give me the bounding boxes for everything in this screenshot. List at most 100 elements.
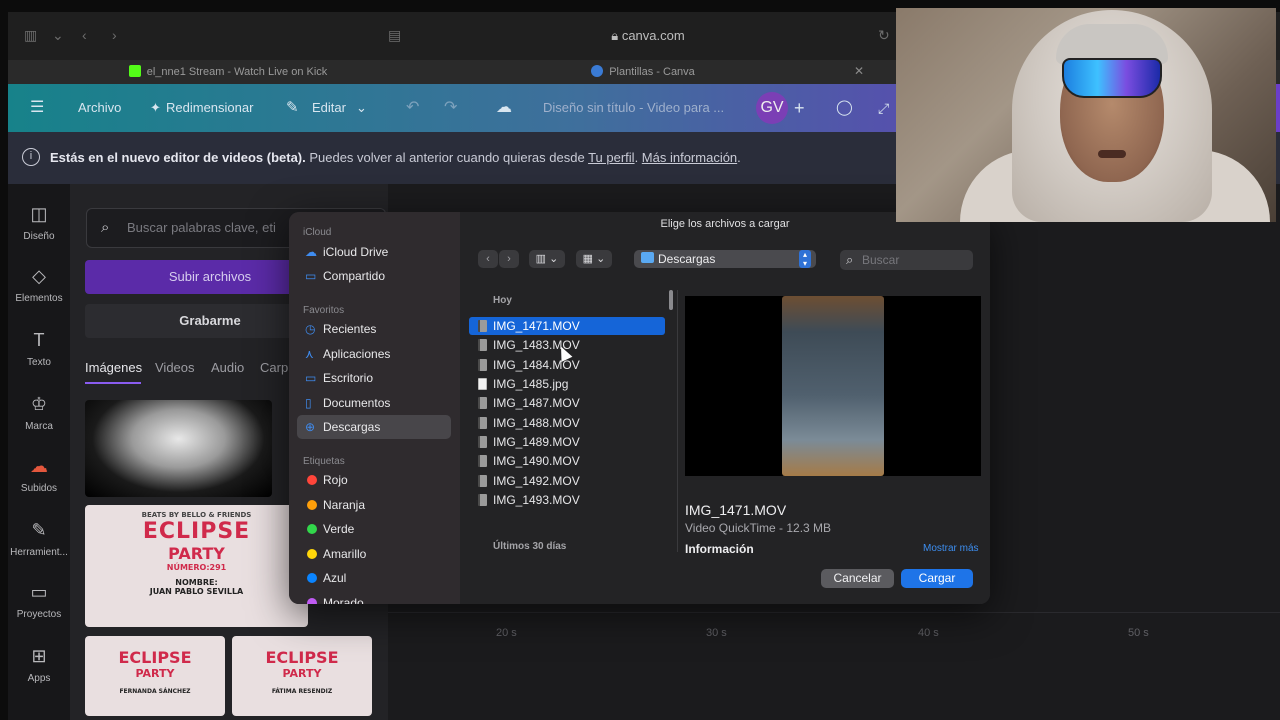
show-more-link[interactable]: Mostrar más bbox=[923, 543, 979, 554]
sidebar-item-label: Recientes bbox=[323, 322, 377, 336]
poster-subtitle: PARTY bbox=[168, 544, 225, 563]
tab-folders[interactable]: Carp bbox=[260, 360, 288, 375]
section-header-icloud: iCloud bbox=[303, 227, 332, 238]
file-row[interactable]: IMG_1493.MOV bbox=[469, 491, 665, 509]
poster-thumbnail[interactable]: BEATS BY BELLO & FRIENDS ECLIPSE PARTY N… bbox=[85, 505, 308, 627]
rail-label: Subidos bbox=[20, 483, 58, 494]
rail-item-brand[interactable]: ♔ Marca bbox=[8, 394, 70, 432]
tag-blue[interactable]: Azul bbox=[297, 566, 451, 590]
undo-icon[interactable]: ↶ bbox=[406, 84, 419, 132]
up-down-icon: ▴ ▾ bbox=[799, 250, 811, 268]
tag-purple[interactable]: Morado bbox=[297, 591, 451, 604]
poster-number: NÚMERO:291 bbox=[166, 563, 227, 572]
upload-confirm-button[interactable]: Cargar bbox=[901, 569, 973, 588]
tab-kick[interactable]: el_nne1 Stream - Watch Live on Kick bbox=[118, 60, 338, 84]
tab-audio[interactable]: Audio bbox=[211, 360, 244, 375]
file-row[interactable]: IMG_1490.MOV bbox=[469, 452, 665, 470]
rail-item-projects[interactable]: ▭ Proyectos bbox=[8, 582, 70, 620]
file-name: IMG_1487.MOV bbox=[493, 396, 580, 410]
rail-item-text[interactable]: T Texto bbox=[8, 330, 70, 368]
tag-dot-icon bbox=[307, 500, 317, 510]
tag-green[interactable]: Verde bbox=[297, 517, 451, 541]
tag-red[interactable]: Rojo bbox=[297, 468, 451, 492]
rail-item-uploads[interactable]: ☁ Subidos bbox=[8, 456, 70, 494]
view-columns-button[interactable]: ▥ ⌄ bbox=[529, 250, 565, 268]
rail-item-elements[interactable]: ◇ Elementos bbox=[8, 266, 70, 304]
sidebar-item-documents[interactable]: ▯ Documentos bbox=[297, 391, 451, 415]
profile-link[interactable]: Tu perfil bbox=[588, 150, 634, 165]
tab-images[interactable]: Imágenes bbox=[85, 360, 142, 375]
more-info-link[interactable]: Más información bbox=[642, 150, 737, 165]
expand-icon[interactable]: ⤢ bbox=[878, 84, 889, 132]
edit-menu[interactable]: Editar bbox=[312, 84, 346, 132]
tab-videos[interactable]: Videos bbox=[155, 360, 195, 375]
tab-label: el_nne1 Stream - Watch Live on Kick bbox=[146, 66, 328, 78]
poster-name-label: NOMBRE: bbox=[175, 578, 218, 587]
sidebar-item-downloads[interactable]: ⊕ Descargas bbox=[297, 415, 451, 439]
poster-thumbnail[interactable]: ECLIPSE PARTY FERNANDA SÁNCHEZ bbox=[85, 636, 225, 716]
sidebar-item-recents[interactable]: ◷ Recientes bbox=[297, 317, 451, 341]
poster-name: FERNANDA SÁNCHEZ bbox=[119, 688, 191, 695]
group-options-button[interactable]: ▦ ⌄ bbox=[576, 250, 612, 268]
sidebar-item-shared[interactable]: ▭ Compartido bbox=[297, 264, 451, 288]
file-list-scrollbar[interactable] bbox=[669, 290, 673, 310]
file-row[interactable]: IMG_1488.MOV bbox=[469, 414, 665, 432]
dialog-sidebar: iCloud ☁ iCloud Drive ▭ Compartido Favorit… bbox=[289, 212, 460, 604]
dialog-search-input[interactable]: ⌕ Buscar bbox=[840, 250, 973, 270]
image-file-icon bbox=[478, 378, 487, 390]
file-name: IMG_1489.MOV bbox=[493, 435, 580, 449]
add-collaborator-icon[interactable]: + bbox=[794, 84, 805, 132]
apps-icon: ⋏ bbox=[305, 347, 314, 361]
back-button[interactable]: ‹ bbox=[478, 250, 498, 268]
forward-icon[interactable]: › bbox=[112, 27, 117, 43]
avatar[interactable]: GV bbox=[756, 92, 788, 124]
sidebar-toggle-icon[interactable]: ▥ bbox=[24, 27, 37, 44]
tag-orange[interactable]: Naranja bbox=[297, 493, 451, 517]
movie-file-icon bbox=[478, 475, 487, 487]
redo-icon[interactable]: ↷ bbox=[444, 84, 457, 132]
comment-icon[interactable]: ◯ bbox=[836, 84, 853, 132]
poster-thumbnail[interactable]: ECLIPSE PARTY FÁTIMA RESENDIZ bbox=[232, 636, 372, 716]
close-tab-icon[interactable]: ✕ bbox=[854, 64, 864, 78]
column-divider[interactable] bbox=[677, 290, 678, 552]
tag-yellow[interactable]: Amarillo bbox=[297, 542, 451, 566]
brand-icon: ♔ bbox=[30, 394, 48, 414]
timeline-tick: 50 s bbox=[1128, 627, 1149, 639]
file-row[interactable]: IMG_1487.MOV bbox=[469, 394, 665, 412]
rail-item-design[interactable]: ◫ Diseño bbox=[8, 204, 70, 242]
sidebar-item-desktop[interactable]: ▭ Escritorio bbox=[297, 366, 451, 390]
desktop-icon: ▭ bbox=[305, 371, 317, 385]
forward-button[interactable]: › bbox=[499, 250, 519, 268]
movie-file-icon bbox=[478, 436, 487, 448]
document-title[interactable]: Diseño sin título - Video para ... bbox=[543, 84, 724, 132]
sidebar-item-label: Descargas bbox=[323, 420, 381, 434]
rail-item-apps[interactable]: ⊞ Apps bbox=[8, 646, 70, 684]
timeline-divider bbox=[388, 612, 1280, 613]
poster-subtitle: PARTY bbox=[282, 667, 322, 680]
file-menu[interactable]: Archivo bbox=[78, 84, 121, 132]
sidebar-item-applications[interactable]: ⋏ Aplicaciones bbox=[297, 342, 451, 366]
cancel-button[interactable]: Cancelar bbox=[821, 569, 894, 588]
hamburger-icon[interactable]: ☰ bbox=[30, 84, 44, 132]
address-bar[interactable]: 🔒︎ canva.com bbox=[388, 24, 908, 48]
rail-label: Marca bbox=[25, 421, 53, 432]
back-icon[interactable]: ‹ bbox=[82, 27, 87, 43]
tag-label: Naranja bbox=[323, 498, 366, 512]
resize-button[interactable]: Redimensionar bbox=[166, 84, 253, 132]
file-row[interactable]: IMG_1489.MOV bbox=[469, 433, 665, 451]
reload-icon[interactable]: ↻ bbox=[878, 27, 890, 44]
cloud-save-icon[interactable]: ☁ bbox=[496, 84, 512, 132]
file-row[interactable]: IMG_1471.MOV bbox=[469, 317, 665, 335]
rail-item-tools[interactable]: ✎ Herramient... bbox=[8, 520, 70, 558]
poster-name: JUAN PABLO SEVILLA bbox=[149, 587, 244, 596]
left-nav-rail: ◫ Diseño ◇ Elementos T Texto ♔ Marca ☁ Subido… bbox=[8, 184, 70, 720]
tab-canva[interactable]: Plantillas - Canva bbox=[568, 60, 718, 84]
file-row[interactable]: IMG_1485.jpg bbox=[469, 375, 665, 393]
sidebar-item-icloud-drive[interactable]: ☁ iCloud Drive bbox=[297, 240, 451, 264]
location-select[interactable]: Descargas ▴ ▾ bbox=[634, 250, 816, 268]
image-thumbnail[interactable] bbox=[85, 400, 272, 497]
tag-label: Azul bbox=[323, 571, 347, 585]
chevron-down-icon[interactable]: ⌄ bbox=[52, 27, 64, 44]
file-row[interactable]: IMG_1492.MOV bbox=[469, 472, 665, 490]
tag-label: Rojo bbox=[323, 473, 348, 487]
